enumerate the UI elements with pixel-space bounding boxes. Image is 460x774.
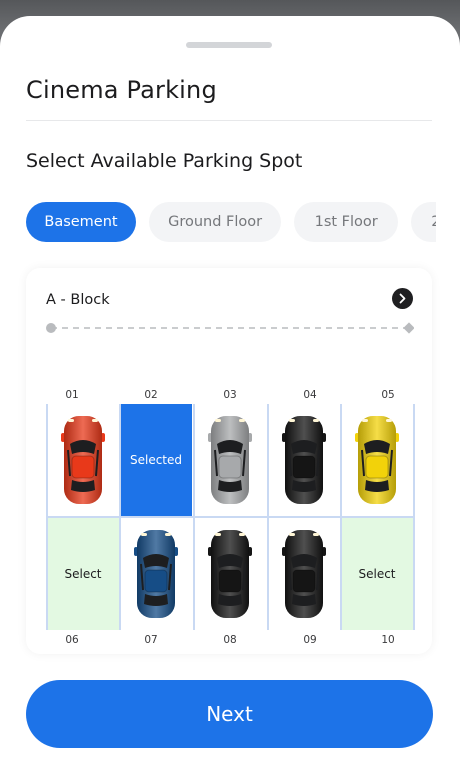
parking-block-card: A - Block 01 02 03 04 05 Selected Select: [26, 268, 432, 654]
chevron-right-icon: [399, 293, 406, 304]
spot-06-available[interactable]: Select: [47, 518, 119, 630]
car-icon: [133, 528, 179, 624]
spot-02-label: Selected: [129, 453, 183, 467]
spot-10-available[interactable]: Select: [341, 518, 413, 630]
next-button[interactable]: Next: [26, 680, 433, 748]
car-icon: [281, 414, 327, 510]
next-block-button[interactable]: [392, 288, 413, 309]
block-progress-line: [46, 322, 414, 334]
spot-number-06: 06: [65, 634, 79, 646]
tab-ground-floor[interactable]: Ground Floor: [149, 202, 282, 242]
car-icon: [60, 414, 106, 510]
section-subtitle: Select Available Parking Spot: [26, 150, 303, 172]
car-icon: [207, 414, 253, 510]
car-icon: [281, 528, 327, 624]
car-icon: [354, 414, 400, 510]
spot-number-04: 04: [303, 389, 317, 401]
tab-basement[interactable]: Basement: [26, 202, 136, 242]
spot-06-label: Select: [64, 567, 102, 581]
spot-number-07: 07: [144, 634, 158, 646]
progress-start-dot: [46, 323, 56, 333]
spot-number-02: 02: [144, 389, 158, 401]
spot-number-09: 09: [303, 634, 317, 646]
progress-end-diamond: [403, 322, 414, 334]
page-title: Cinema Parking: [26, 76, 217, 104]
car-icon: [207, 528, 253, 624]
spot-number-01: 01: [65, 389, 79, 401]
title-divider: [26, 120, 432, 121]
floor-tabs: Basement Ground Floor 1st Floor 2nd Floo…: [26, 202, 436, 242]
tab-2nd-floor[interactable]: 2nd Floor: [411, 202, 436, 242]
spot-number-10: 10: [381, 634, 395, 646]
tab-1st-floor[interactable]: 1st Floor: [294, 202, 399, 242]
spot-number-05: 05: [381, 389, 395, 401]
spot-02-selected[interactable]: Selected: [120, 404, 192, 516]
spot-number-08: 08: [223, 634, 237, 646]
spot-10-label: Select: [358, 567, 396, 581]
parking-bottom-sheet: Cinema Parking Select Available Parking …: [0, 16, 460, 774]
grid-line: [46, 516, 414, 518]
spot-number-03: 03: [223, 389, 237, 401]
block-label: A - Block: [46, 292, 110, 308]
drag-handle[interactable]: [186, 42, 272, 48]
